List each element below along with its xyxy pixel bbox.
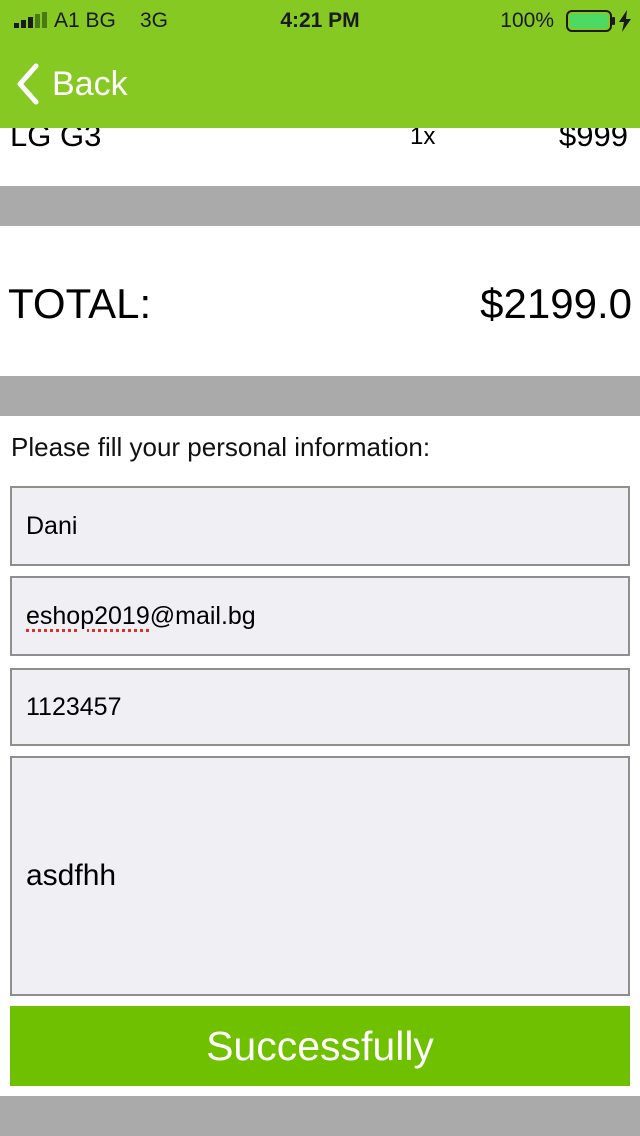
back-button[interactable]: Back [14, 62, 128, 106]
phone-field-value: 1123457 [26, 692, 122, 721]
total-label: TOTAL: [8, 280, 152, 327]
email-field[interactable]: eshop2019 @mail.bg [10, 576, 630, 656]
navigation-header: A1 BG 3G 4:21 PM 100% Back [0, 0, 640, 128]
name-field-value: Dani [26, 511, 78, 540]
chevron-left-icon [17, 63, 39, 105]
nav-bar: Back [0, 52, 200, 116]
back-button-label: Back [52, 65, 128, 103]
message-textarea-value: asdfhh [26, 859, 117, 892]
total-value: $2199.0 [480, 280, 632, 327]
section-divider [0, 186, 640, 226]
name-field[interactable]: Dani [10, 486, 630, 566]
battery-percentage: 100% [500, 9, 554, 32]
phone-field[interactable]: 1123457 [10, 668, 630, 746]
charging-bolt-icon [619, 10, 631, 32]
email-field-value: eshop2019 @mail.bg [26, 578, 614, 654]
submit-button-label: Successfully [206, 1022, 434, 1069]
section-divider [0, 1096, 640, 1136]
submit-button[interactable]: Successfully [10, 1006, 630, 1086]
battery-icon [566, 10, 615, 32]
email-misspelled-part: eshop2019 [26, 601, 150, 630]
message-textarea[interactable]: asdfhh [10, 756, 630, 996]
email-rest-part: @mail.bg [149, 601, 256, 630]
section-divider [0, 376, 640, 416]
form-title: Please fill your personal information: [11, 432, 431, 462]
status-bar: A1 BG 3G 4:21 PM 100% [0, 0, 640, 40]
